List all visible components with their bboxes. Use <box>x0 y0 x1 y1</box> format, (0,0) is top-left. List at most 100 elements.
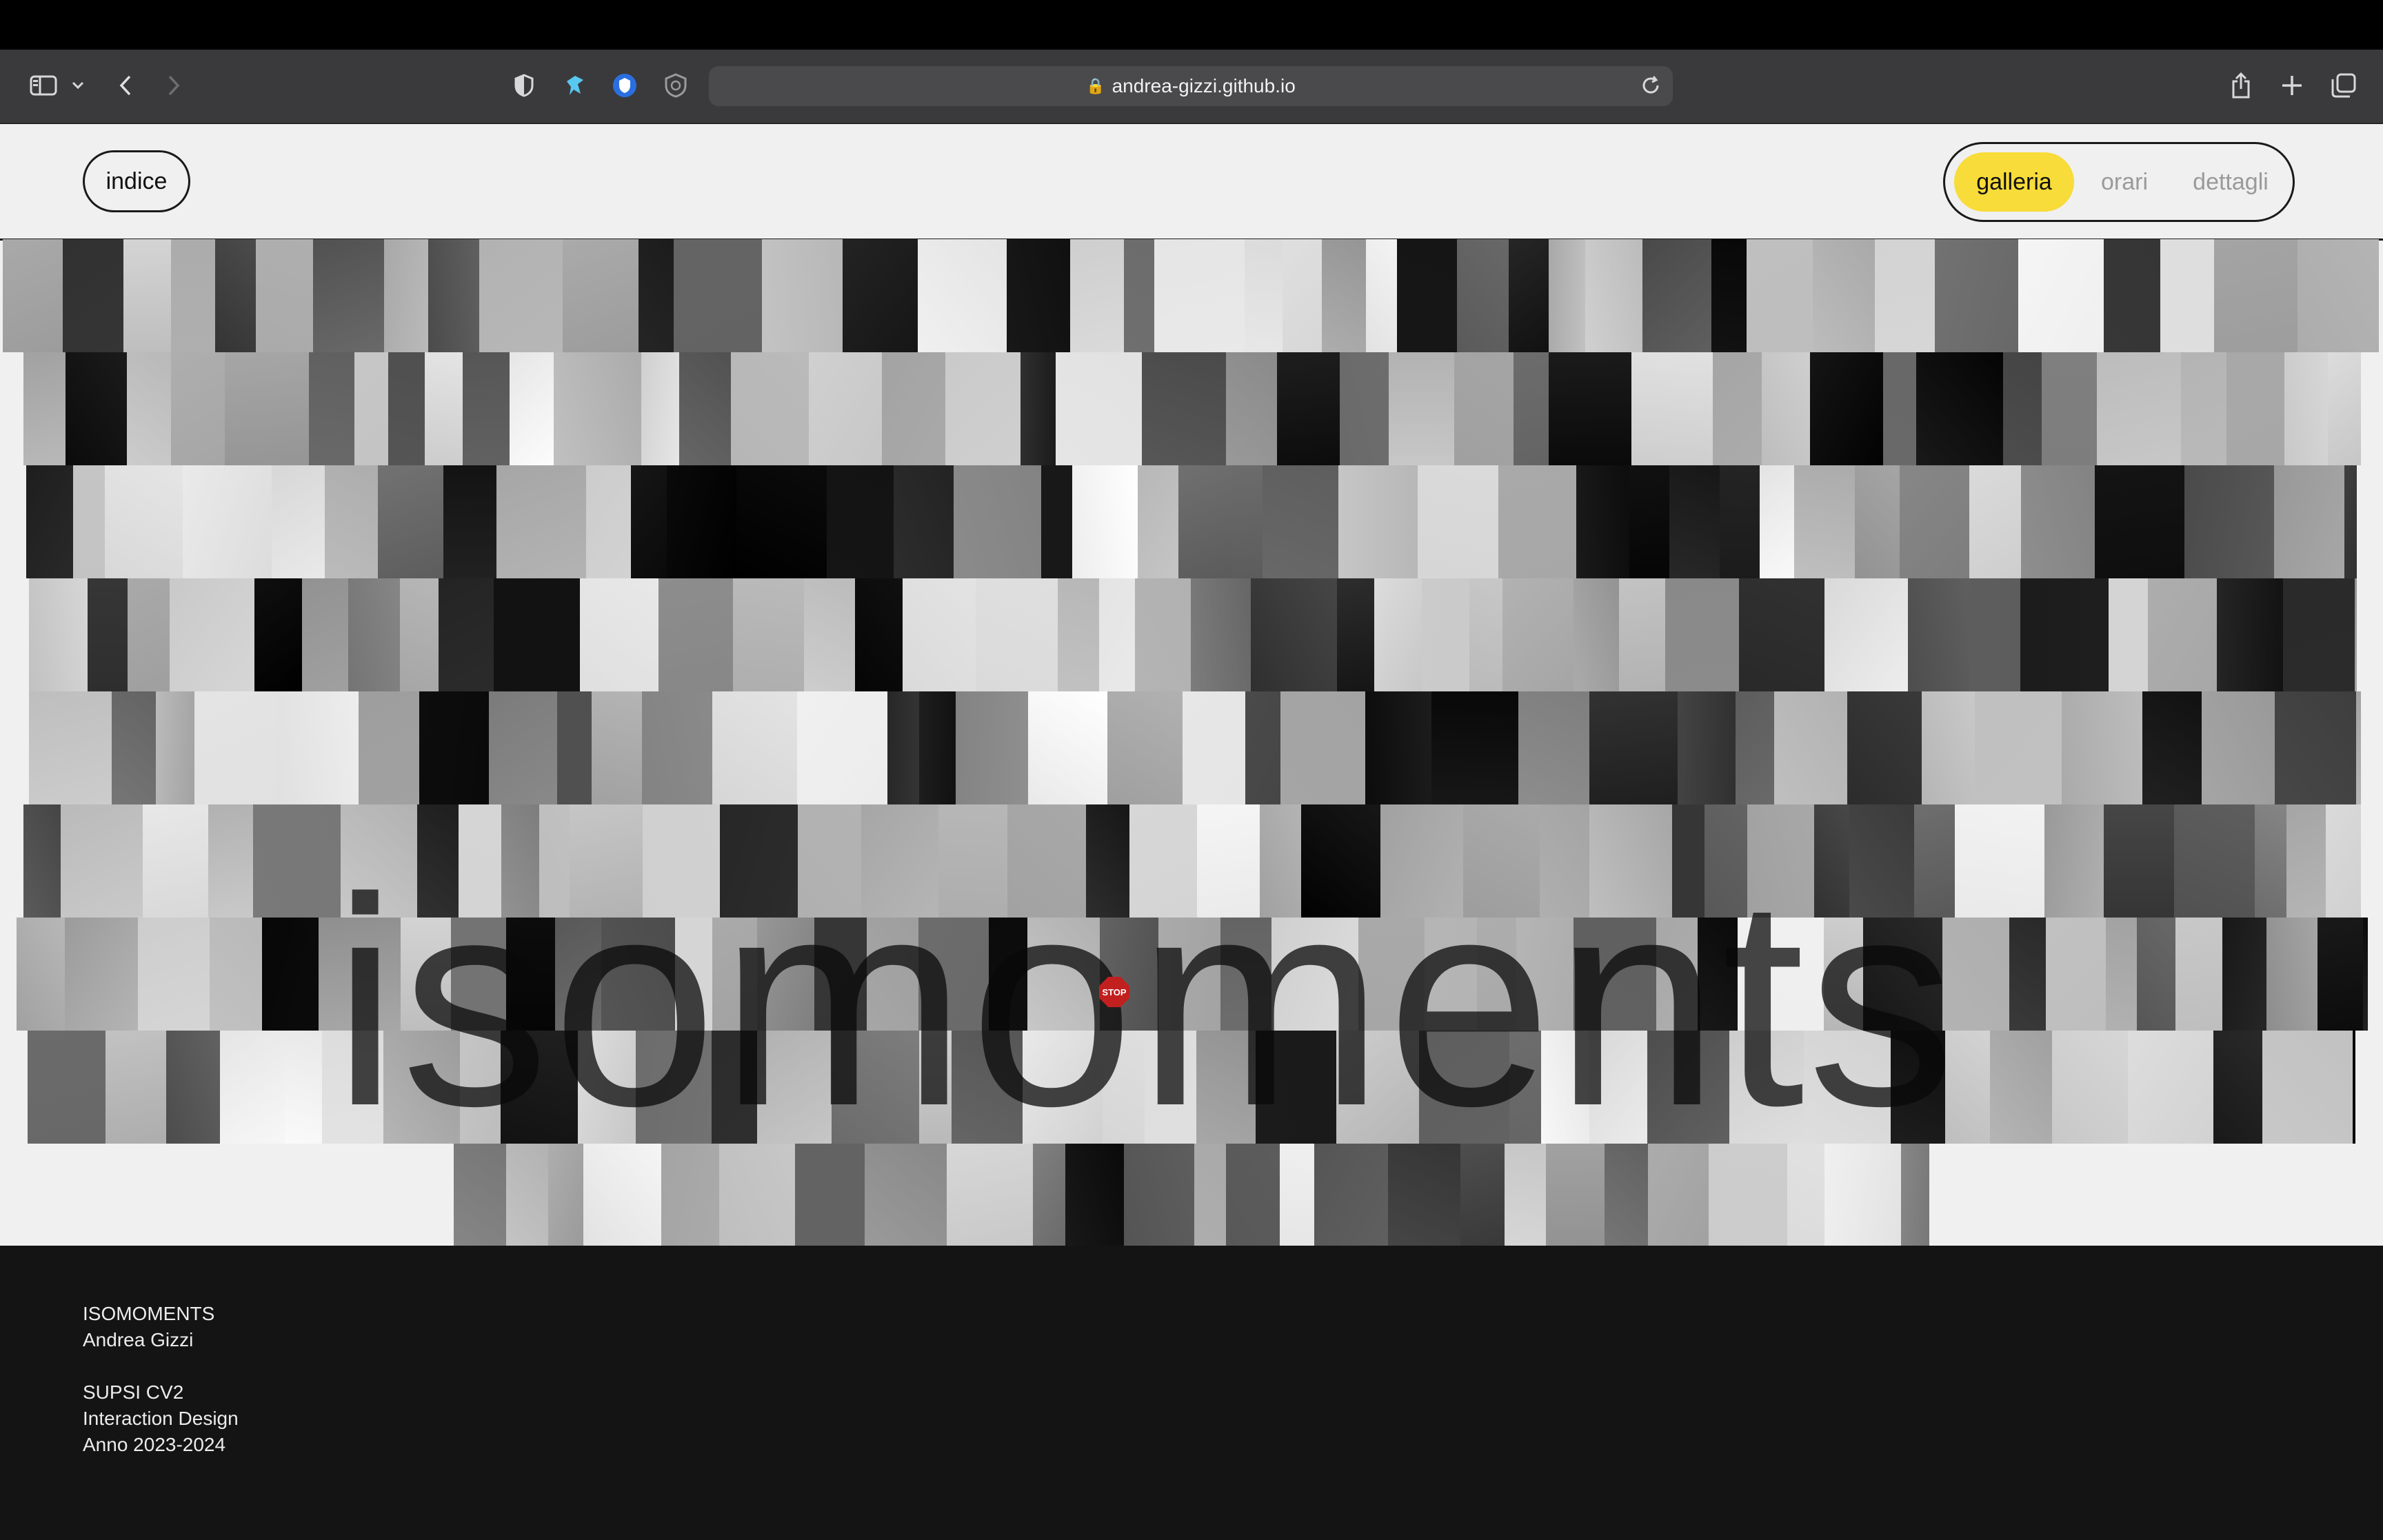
gallery-photo[interactable] <box>1705 804 1747 918</box>
gallery-photo[interactable] <box>425 352 463 465</box>
gallery-photo[interactable] <box>855 578 903 691</box>
gallery-photo[interactable] <box>2262 1031 2353 1144</box>
gallery-photo[interactable] <box>2128 1031 2213 1144</box>
gallery-photo[interactable] <box>23 352 66 465</box>
gallery-photo[interactable] <box>510 352 554 465</box>
gallery-photo[interactable] <box>1389 352 1454 465</box>
gallery-photo[interactable] <box>1271 918 1358 1031</box>
gallery-photo[interactable] <box>2356 691 2361 804</box>
gallery-photo[interactable] <box>947 1144 1033 1246</box>
gallery-photo[interactable] <box>1863 918 1942 1031</box>
gallery-photo[interactable] <box>302 578 348 691</box>
gallery-photo[interactable] <box>1945 1031 1990 1144</box>
gallery-photo[interactable] <box>210 918 262 1031</box>
gallery-photo[interactable] <box>1736 691 1774 804</box>
gallery-photo[interactable] <box>1135 578 1191 691</box>
gallery-photo[interactable] <box>1099 578 1135 691</box>
gallery-photo[interactable] <box>1007 804 1086 918</box>
gallery-photo[interactable] <box>378 465 443 578</box>
gallery-photo[interactable] <box>1358 918 1425 1031</box>
gallery-photo[interactable] <box>272 465 325 578</box>
gallery-photo[interactable] <box>2042 352 2097 465</box>
gallery-photo[interactable] <box>2104 239 2160 352</box>
gallery-photo[interactable] <box>65 918 138 1031</box>
gallery-photo[interactable] <box>2018 239 2104 352</box>
gallery-photo[interactable] <box>2275 691 2356 804</box>
gallery-photo[interactable] <box>171 352 225 465</box>
gallery-photo[interactable] <box>254 578 302 691</box>
gallery-photo[interactable] <box>1656 918 1698 1031</box>
gallery-photo[interactable] <box>1589 691 1678 804</box>
gallery-photo[interactable] <box>2046 918 2106 1031</box>
gallery-photo[interactable] <box>1990 1031 2052 1144</box>
gallery-photo[interactable] <box>215 239 256 352</box>
gallery-photo[interactable] <box>2283 578 2355 691</box>
gallery-photo[interactable] <box>1739 578 1824 691</box>
gallery-photo[interactable] <box>733 578 804 691</box>
gallery-photo[interactable] <box>1576 465 1629 578</box>
gallery-photo[interactable] <box>1922 691 1975 804</box>
gallery-photo[interactable] <box>479 239 563 352</box>
gallery-photo[interactable] <box>1314 1144 1388 1246</box>
gallery-photo[interactable] <box>63 239 123 352</box>
gallery-photo[interactable] <box>1020 352 1056 465</box>
gallery-photo[interactable] <box>439 578 494 691</box>
gallery-photo[interactable] <box>277 691 359 804</box>
gallery-photo[interactable] <box>1514 352 1549 465</box>
gallery-photo[interactable] <box>1505 1144 1546 1246</box>
gallery-photo[interactable] <box>557 691 592 804</box>
gallery-photo[interactable] <box>720 804 798 918</box>
nav-galleria[interactable]: galleria <box>1954 152 2074 212</box>
gallery-photo[interactable] <box>2286 804 2326 918</box>
gallery-photo[interactable] <box>1251 578 1337 691</box>
gallery-photo[interactable] <box>1573 578 1619 691</box>
gallery-photo[interactable] <box>1280 691 1365 804</box>
gallery-photo[interactable] <box>1322 239 1366 352</box>
gallery-photo[interactable] <box>1463 804 1540 918</box>
gallery-photo[interactable] <box>731 352 809 465</box>
gallery-photo[interactable] <box>1546 1144 1605 1246</box>
gallery-photo[interactable] <box>1197 804 1260 918</box>
gallery-photo[interactable] <box>1460 1144 1505 1246</box>
gallery-photo[interactable] <box>313 239 384 352</box>
gallery-photo[interactable] <box>918 239 1007 352</box>
gallery-photo[interactable] <box>1847 691 1922 804</box>
gallery-photo[interactable] <box>1942 918 2009 1031</box>
gallery-photo[interactable] <box>2184 465 2274 578</box>
gallery-photo[interactable] <box>2044 804 2104 918</box>
gallery-photo[interactable] <box>736 465 827 578</box>
gallery-photo[interactable] <box>1824 578 1908 691</box>
gallery-photo[interactable] <box>1589 804 1672 918</box>
gallery-photo[interactable] <box>555 918 601 1031</box>
gallery-photo[interactable] <box>506 918 555 1031</box>
gallery-photo[interactable] <box>1477 918 1516 1031</box>
gallery-photo[interactable] <box>1058 578 1099 691</box>
gallery-photo[interactable] <box>1787 1144 1824 1246</box>
gallery-photo[interactable] <box>1498 465 1576 578</box>
gallery-photo[interactable] <box>73 465 105 578</box>
gallery-photo[interactable] <box>918 918 989 1031</box>
gallery-photo[interactable] <box>1196 1031 1256 1144</box>
gallery-photo[interactable] <box>2284 352 2328 465</box>
gallery-photo[interactable] <box>570 804 643 918</box>
gallery-photo[interactable] <box>1540 804 1589 918</box>
gallery-photo[interactable] <box>2353 1031 2355 1144</box>
gallery-photo[interactable] <box>1955 804 2044 918</box>
gallery-photo[interactable] <box>1158 918 1220 1031</box>
gallery-photo[interactable] <box>674 239 762 352</box>
gallery-photo[interactable] <box>1631 352 1713 465</box>
gallery-photo[interactable] <box>2160 239 2214 352</box>
back-icon[interactable] <box>112 68 139 103</box>
reload-icon[interactable] <box>1640 74 1662 100</box>
gallery-photo[interactable] <box>675 918 712 1031</box>
gallery-photo[interactable] <box>1422 578 1469 691</box>
gallery-photo[interactable] <box>28 1031 105 1144</box>
gallery-photo[interactable] <box>1875 239 1935 352</box>
gallery-photo[interactable] <box>2174 804 2255 918</box>
gallery-photo[interactable] <box>712 918 757 1031</box>
gallery-photo[interactable] <box>285 1031 322 1144</box>
gallery-photo[interactable] <box>1516 918 1573 1031</box>
gallery-photo[interactable] <box>580 578 658 691</box>
gallery-photo[interactable] <box>1824 918 1863 1031</box>
gallery-photo[interactable] <box>1086 804 1129 918</box>
